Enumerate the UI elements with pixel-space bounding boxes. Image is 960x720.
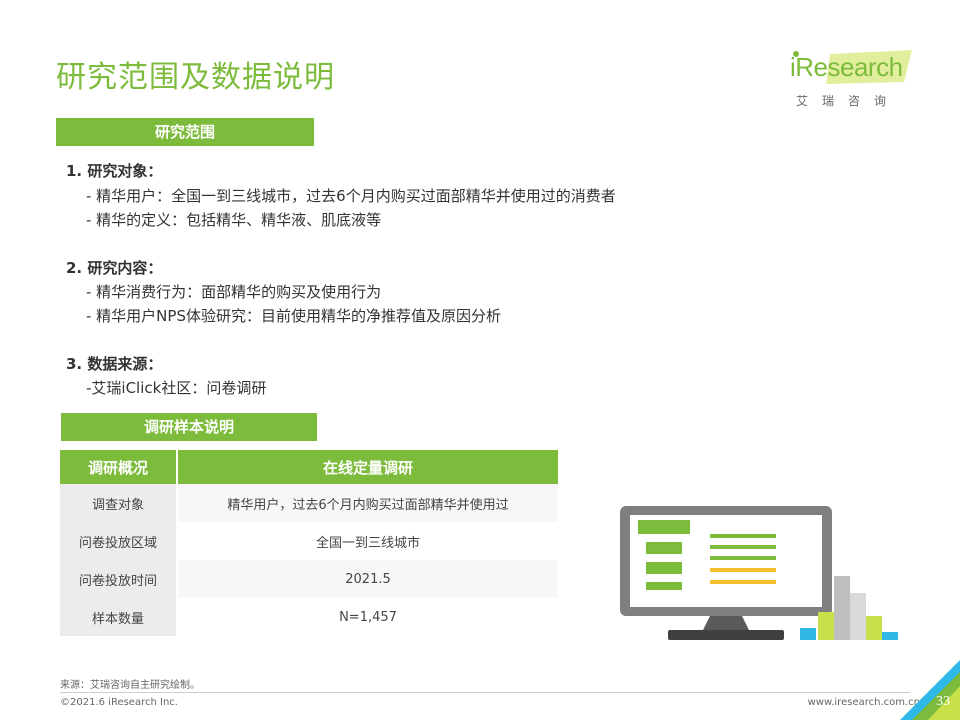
table-cell-value: 精华用户，过去6个月内购买过面部精华并使用过 [176,484,558,522]
table-header-row: 调研概况 在线定量调研 [60,450,558,484]
table-cell-value: 全国一到三线城市 [176,522,558,560]
table-row: 样本数量 N=1,457 [60,598,558,636]
scope-line-3-1: -艾瑞iClick社区：问卷调研 [86,379,267,397]
source-note: 来源：艾瑞咨询自主研究绘制。 [60,680,200,691]
table-header-cell: 调研概况 [60,450,177,484]
scope-heading-3: 3. 数据来源： [66,355,163,373]
scope-heading-1: 1. 研究对象： [66,162,163,180]
research-scope-bar: 研究范围 [56,118,314,146]
table-cell-label: 样本数量 [60,598,177,636]
monitor-icon [620,506,832,640]
copyright: ©2021.6 iResearch Inc. [60,697,178,708]
corner-decoration-icon [900,660,960,720]
computer-chart-illustration [620,506,898,640]
table-cell-label: 问卷投放时间 [60,560,177,598]
scope-heading-2: 2. 研究内容： [66,259,163,277]
table-cell-value: 2021.5 [176,560,558,598]
logo-wordmark: iResearch [790,52,903,82]
scope-line-1-2: - 精华的定义：包括精华、精华液、肌底液等 [86,211,382,229]
table-header-cell: 在线定量调研 [176,450,558,484]
scope-line-1-1: - 精华用户：全国一到三线城市，过去6个月内购买过面部精华并使用过的消费者 [86,187,616,205]
table-cell-label: 问卷投放区域 [60,522,177,560]
iresearch-logo: iResearch 艾瑞咨询 [790,48,915,110]
page-title: 研究范围及数据说明 [56,60,335,95]
table-row: 问卷投放区域 全国一到三线城市 [60,522,558,560]
sample-description-bar: 调研样本说明 [61,413,317,441]
footer-divider [60,692,910,693]
table-row: 问卷投放时间 2021.5 [60,560,558,598]
scope-line-2-1: - 精华消费行为：面部精华的购买及使用行为 [86,283,382,301]
table-cell-label: 调查对象 [60,484,177,522]
scope-line-2-2: - 精华用户NPS体验研究：目前使用精华的净推荐值及原因分析 [86,307,501,325]
logo-subtitle: 艾瑞咨询 [796,94,901,108]
page-number: 33 [936,694,950,709]
table-row: 调查对象 精华用户，过去6个月内购买过面部精华并使用过 [60,484,558,522]
survey-table: 调研概况 在线定量调研 调查对象 精华用户，过去6个月内购买过面部精华并使用过 … [60,450,558,636]
table-cell-value: N=1,457 [176,598,558,636]
